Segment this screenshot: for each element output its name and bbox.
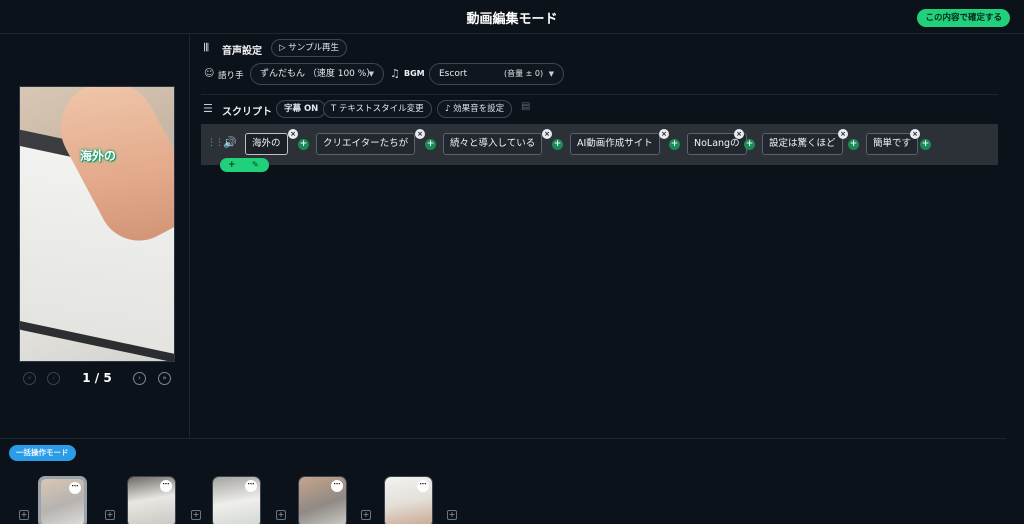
page-title: 動画編集モード: [466, 12, 558, 27]
batch-mode-button[interactable]: 一括操作モード: [9, 445, 76, 461]
scene-thumbnail[interactable]: ⋯: [127, 476, 176, 524]
narrator-select[interactable]: ずんだもん （速度 100 %） ▼: [250, 63, 384, 85]
music-note-icon: ♫: [390, 67, 400, 80]
add-scene-icon[interactable]: +: [19, 510, 29, 520]
more-icon[interactable]: ⋯: [245, 480, 257, 492]
sample-play-label: サンプル再生: [288, 43, 339, 53]
prev-page-icon[interactable]: ‹: [47, 372, 60, 385]
script-chunk[interactable]: 設定は驚くほど: [762, 133, 843, 155]
narrator-icon: ☺: [204, 68, 215, 79]
subtitle-toggle[interactable]: 字幕 ON: [276, 100, 327, 118]
video-preview[interactable]: 海外の: [19, 86, 175, 362]
waveform-icon: 𝄃𝄃: [204, 41, 209, 54]
insert-chunk-icon[interactable]: +: [669, 139, 680, 150]
remove-chunk-icon[interactable]: ×: [415, 129, 425, 139]
audio-section-label: 音声設定: [222, 46, 262, 57]
more-icon[interactable]: ⋯: [331, 480, 343, 492]
play-icon: ▷: [279, 43, 289, 53]
section-divider: [201, 94, 998, 95]
bgm-value: Escort: [439, 69, 468, 79]
remove-chunk-icon[interactable]: ×: [659, 129, 669, 139]
insert-chunk-icon[interactable]: +: [298, 139, 309, 150]
text-style-button[interactable]: T テキストスタイル変更: [323, 100, 432, 118]
sample-play-button[interactable]: ▷ サンプル再生: [271, 39, 347, 57]
chevron-down-icon: ▼: [368, 70, 374, 78]
scene-thumbnail[interactable]: ⋯: [384, 476, 433, 524]
insert-chunk-icon[interactable]: +: [744, 139, 755, 150]
bgm-label: BGM: [404, 69, 425, 78]
script-section-label: スクリプト: [222, 107, 272, 118]
add-scene-icon[interactable]: +: [191, 510, 201, 520]
script-chunk[interactable]: 続々と導入している: [443, 133, 543, 155]
script-chunk[interactable]: 海外の: [245, 133, 288, 155]
drag-handle-icon[interactable]: ⋮⋮: [207, 138, 224, 148]
chevron-down-icon: ▼: [548, 70, 554, 78]
page-count: 1 / 5: [82, 371, 112, 385]
script-chunk[interactable]: AI動画作成サイト: [570, 133, 660, 155]
bgm-volume: (音量 ± 0): [504, 69, 544, 78]
preview-caption: 海外の: [79, 149, 116, 163]
remove-chunk-icon[interactable]: ×: [910, 129, 920, 139]
add-scene-icon[interactable]: +: [447, 510, 457, 520]
insert-chunk-icon[interactable]: +: [425, 139, 436, 150]
sound-effect-icon: ♪: [445, 104, 454, 114]
text-style-label: テキストスタイル変更: [338, 104, 424, 114]
more-icon[interactable]: ⋯: [160, 480, 172, 492]
insert-chunk-icon[interactable]: +: [848, 139, 859, 150]
sound-effect-button[interactable]: ♪ 効果音を設定: [437, 100, 513, 118]
script-row: ⋮⋮ 🔊 海外の × + クリエイターたちが × + 続々と導入している × +…: [201, 124, 998, 165]
remove-chunk-icon[interactable]: ×: [734, 129, 744, 139]
script-chunk[interactable]: クリエイターたちが: [316, 133, 416, 155]
narrator-label: 語り手: [218, 71, 244, 81]
sound-effect-label: 効果音を設定: [453, 104, 505, 114]
timeline-divider: [0, 438, 1006, 439]
scene-thumbnail[interactable]: ⋯: [38, 476, 87, 524]
insert-chunk-icon[interactable]: +: [552, 139, 563, 150]
more-icon[interactable]: ⋯: [417, 480, 429, 492]
more-icon[interactable]: ⋯: [69, 482, 81, 494]
speaker-icon[interactable]: 🔊: [223, 136, 237, 149]
row-actions: + ✎: [220, 158, 269, 172]
keyboard-icon[interactable]: ▤: [521, 101, 530, 112]
insert-chunk-icon[interactable]: +: [920, 139, 931, 150]
add-scene-icon[interactable]: +: [276, 510, 286, 520]
remove-chunk-icon[interactable]: ×: [542, 129, 552, 139]
last-page-icon[interactable]: »: [158, 372, 171, 385]
add-scene-icon[interactable]: +: [105, 510, 115, 520]
scene-pager: « ‹ 1 / 5 › »: [19, 370, 175, 388]
next-page-icon[interactable]: ›: [133, 372, 146, 385]
add-row-icon[interactable]: +: [228, 158, 236, 172]
remove-chunk-icon[interactable]: ×: [838, 129, 848, 139]
remove-chunk-icon[interactable]: ×: [288, 129, 298, 139]
bgm-select[interactable]: Escort (音量 ± 0) ▼: [429, 63, 564, 85]
scene-thumbnail[interactable]: ⋯: [212, 476, 261, 524]
confirm-button[interactable]: この内容で確定する: [917, 9, 1010, 27]
script-icon: ☰: [203, 102, 213, 115]
magic-wand-icon[interactable]: ✎: [252, 158, 259, 172]
scene-thumbnail[interactable]: ⋯: [298, 476, 347, 524]
narrator-value: ずんだもん （速度 100 %）: [260, 69, 376, 79]
preview-pane: 海外の « ‹ 1 / 5 › »: [0, 34, 190, 438]
header: 動画編集モード この内容で確定する: [0, 0, 1024, 34]
add-scene-icon[interactable]: +: [361, 510, 371, 520]
text-style-icon: T: [331, 104, 339, 114]
first-page-icon[interactable]: «: [23, 372, 36, 385]
